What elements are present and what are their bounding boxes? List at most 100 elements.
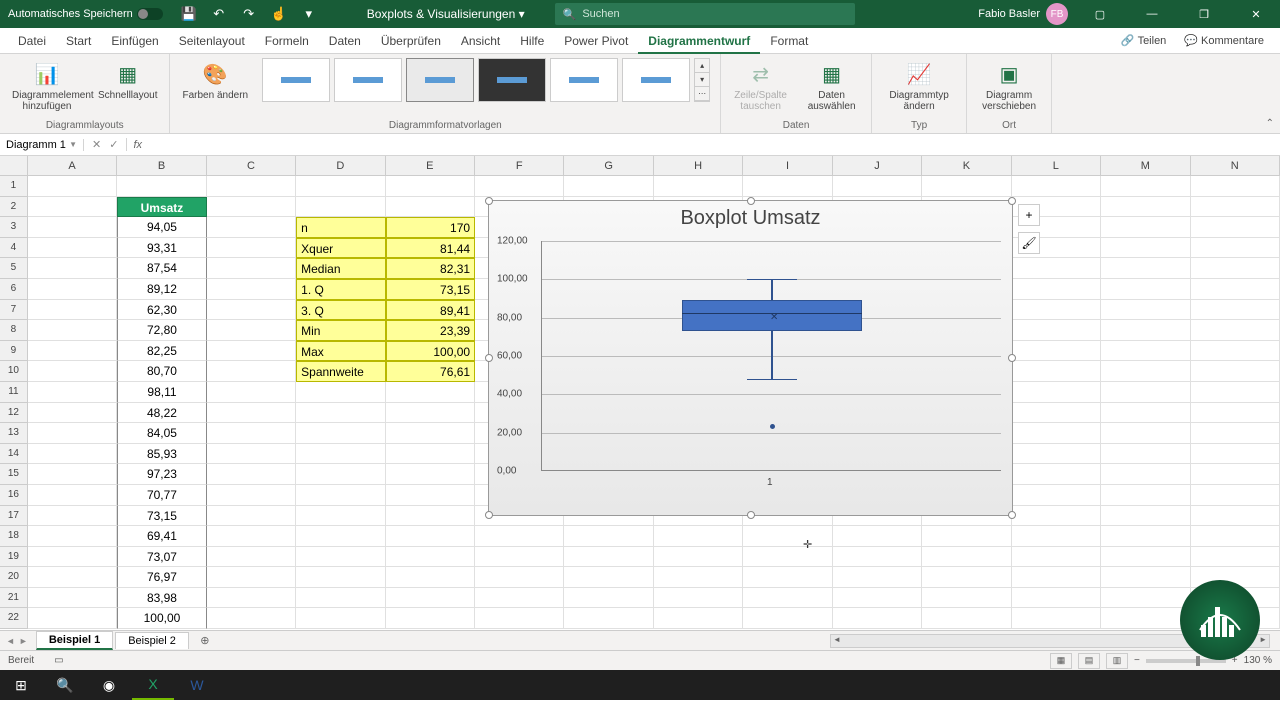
- save-icon[interactable]: 💾: [181, 6, 197, 22]
- collapse-ribbon-icon[interactable]: ⌃: [1266, 118, 1274, 129]
- cell[interactable]: [386, 588, 475, 609]
- row-header[interactable]: 2: [0, 197, 28, 218]
- col-header[interactable]: C: [207, 156, 296, 175]
- cell[interactable]: [1191, 382, 1280, 403]
- cell[interactable]: [296, 197, 385, 218]
- cell[interactable]: [386, 444, 475, 465]
- cell[interactable]: [296, 608, 385, 629]
- row-header[interactable]: 6: [0, 279, 28, 300]
- cell[interactable]: [386, 526, 475, 547]
- cell[interactable]: [1012, 361, 1101, 382]
- cell[interactable]: 73,15: [117, 506, 206, 527]
- cell[interactable]: [922, 526, 1011, 547]
- cell[interactable]: 73,15: [386, 279, 475, 300]
- tab-diagrammentwurf[interactable]: Diagrammentwurf: [638, 28, 760, 54]
- cell[interactable]: 98,11: [117, 382, 206, 403]
- cell[interactable]: [207, 444, 296, 465]
- search-input[interactable]: 🔍 Suchen: [555, 3, 855, 25]
- cell[interactable]: [296, 485, 385, 506]
- cell[interactable]: [1012, 382, 1101, 403]
- cell[interactable]: [1101, 382, 1190, 403]
- cell[interactable]: [296, 423, 385, 444]
- cell[interactable]: [1191, 258, 1280, 279]
- cell[interactable]: [28, 588, 117, 609]
- cell[interactable]: [1191, 464, 1280, 485]
- cell[interactable]: [28, 258, 117, 279]
- cell[interactable]: 23,39: [386, 320, 475, 341]
- cell[interactable]: [1191, 238, 1280, 259]
- cell[interactable]: [207, 361, 296, 382]
- col-header[interactable]: J: [833, 156, 922, 175]
- chart-elements-button[interactable]: +: [1018, 204, 1040, 226]
- cell[interactable]: [207, 506, 296, 527]
- quick-layout-button[interactable]: ▦Schnelllayout: [96, 58, 159, 103]
- cell[interactable]: 83,98: [117, 588, 206, 609]
- cell[interactable]: [1012, 320, 1101, 341]
- cell[interactable]: [386, 382, 475, 403]
- select-all-corner[interactable]: [0, 156, 28, 175]
- cell[interactable]: [117, 176, 206, 197]
- cell[interactable]: [475, 588, 564, 609]
- cell[interactable]: [296, 506, 385, 527]
- cell[interactable]: [1012, 464, 1101, 485]
- cell[interactable]: [386, 423, 475, 444]
- cell[interactable]: [296, 567, 385, 588]
- tab-daten[interactable]: Daten: [319, 28, 371, 54]
- cell[interactable]: [1191, 320, 1280, 341]
- minimize-icon[interactable]: —: [1132, 0, 1172, 28]
- add-sheet-button[interactable]: ⊕: [195, 634, 215, 647]
- cell[interactable]: [296, 588, 385, 609]
- cell[interactable]: 81,44: [386, 238, 475, 259]
- col-header[interactable]: L: [1012, 156, 1101, 175]
- cell[interactable]: [28, 464, 117, 485]
- cell[interactable]: [1191, 444, 1280, 465]
- cell[interactable]: 94,05: [117, 217, 206, 238]
- row-header[interactable]: 3: [0, 217, 28, 238]
- cell[interactable]: 82,31: [386, 258, 475, 279]
- cell[interactable]: [207, 382, 296, 403]
- cell[interactable]: [28, 341, 117, 362]
- cell[interactable]: [207, 238, 296, 259]
- obs-icon[interactable]: ◉: [88, 670, 130, 700]
- cell[interactable]: 87,54: [117, 258, 206, 279]
- cell[interactable]: [743, 176, 832, 197]
- row-header[interactable]: 19: [0, 547, 28, 568]
- page-break-view-button[interactable]: ▥: [1106, 653, 1128, 669]
- excel-taskbar-icon[interactable]: X: [132, 670, 174, 700]
- cell[interactable]: [743, 547, 832, 568]
- cell[interactable]: 100,00: [386, 341, 475, 362]
- cell[interactable]: 82,25: [117, 341, 206, 362]
- cell[interactable]: [1101, 341, 1190, 362]
- cell[interactable]: [1012, 403, 1101, 424]
- cell[interactable]: [386, 197, 475, 218]
- taskbar-search-icon[interactable]: 🔍: [44, 670, 86, 700]
- cell[interactable]: Min: [296, 320, 385, 341]
- tab-ueberpruefen[interactable]: Überprüfen: [371, 28, 451, 54]
- cell[interactable]: [1191, 197, 1280, 218]
- cell[interactable]: [833, 608, 922, 629]
- cell[interactable]: [1012, 300, 1101, 321]
- cell[interactable]: [1101, 238, 1190, 259]
- cell[interactable]: [386, 403, 475, 424]
- cell[interactable]: [28, 403, 117, 424]
- cell[interactable]: [922, 567, 1011, 588]
- touch-icon[interactable]: ☝: [271, 6, 287, 22]
- cell[interactable]: [207, 341, 296, 362]
- col-header[interactable]: N: [1191, 156, 1280, 175]
- cell[interactable]: 76,97: [117, 567, 206, 588]
- row-header[interactable]: 14: [0, 444, 28, 465]
- cell[interactable]: [1012, 485, 1101, 506]
- cell[interactable]: 48,22: [117, 403, 206, 424]
- cell[interactable]: [1101, 567, 1190, 588]
- cell[interactable]: [1101, 197, 1190, 218]
- cell[interactable]: 170: [386, 217, 475, 238]
- change-colors-button[interactable]: 🎨Farben ändern: [180, 58, 250, 103]
- tab-einfuegen[interactable]: Einfügen: [101, 28, 168, 54]
- cell[interactable]: Spannweite: [296, 361, 385, 382]
- row-header[interactable]: 20: [0, 567, 28, 588]
- tab-seitenlayout[interactable]: Seitenlayout: [169, 28, 255, 54]
- cell[interactable]: [1191, 217, 1280, 238]
- cell[interactable]: [1012, 588, 1101, 609]
- tab-hilfe[interactable]: Hilfe: [510, 28, 554, 54]
- cell[interactable]: [207, 197, 296, 218]
